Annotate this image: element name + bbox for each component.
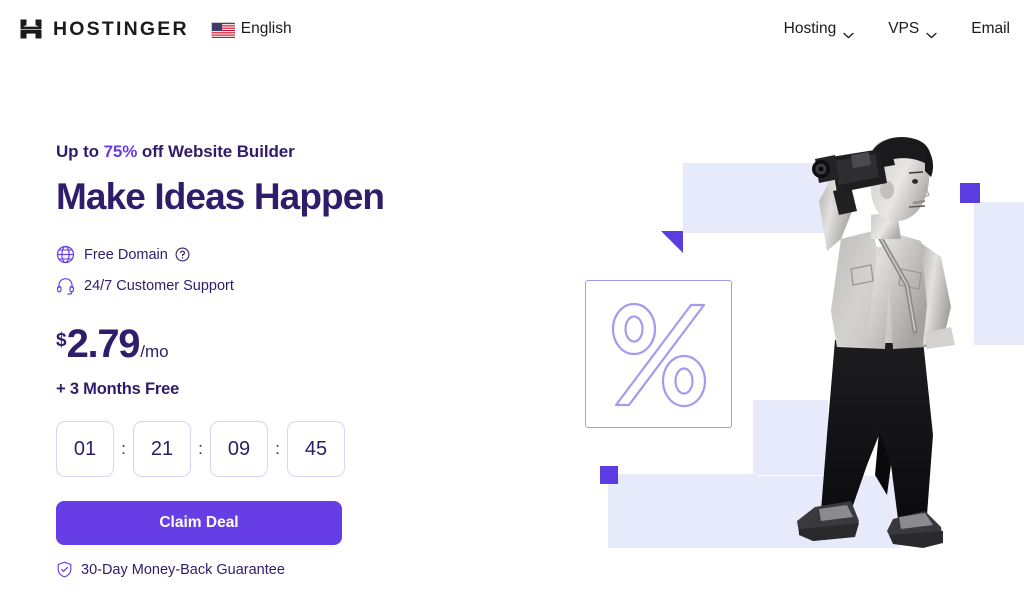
shield-check-icon <box>56 561 73 578</box>
countdown-separator: : <box>275 439 280 458</box>
logo-wordmark: HOSTINGER <box>53 17 189 40</box>
price-block: $ 2.79 /mo <box>56 324 476 364</box>
countdown-unit-days: 01 <box>56 421 114 477</box>
page-title: Make Ideas Happen <box>56 176 385 217</box>
decor-triangle <box>661 231 683 253</box>
promo-eyebrow: Up to 75% off Website Builder <box>56 140 476 164</box>
countdown-timer: 01 : 21 : 09 : 45 <box>56 421 476 477</box>
price-amount: 2.79 <box>66 322 141 366</box>
countdown-separator: : <box>121 439 126 458</box>
countdown-separator: : <box>198 439 203 458</box>
chevron-down-icon <box>926 26 937 38</box>
nav-label-hosting: Hosting <box>783 20 837 37</box>
price-currency: $ <box>56 330 67 351</box>
feature-free-domain: Free Domain <box>56 242 476 267</box>
nav-item-email[interactable]: Email <box>971 20 1010 38</box>
guarantee-label: 30-Day Money-Back Guarantee <box>81 561 285 578</box>
hero-artwork <box>560 130 1024 570</box>
language-selector[interactable]: English <box>210 20 292 38</box>
claim-deal-button[interactable]: Claim Deal <box>56 501 342 545</box>
globe-icon <box>56 245 75 264</box>
countdown-unit-hours: 21 <box>133 421 191 477</box>
decor-block-bottom-left <box>608 474 756 548</box>
price-period: /mo <box>140 342 169 361</box>
countdown-unit-seconds: 45 <box>287 421 345 477</box>
bonus-months-label: + 3 Months Free <box>56 380 180 398</box>
main-navigation: Hosting VPS Email <box>750 0 1010 58</box>
site-header: HOSTINGER English Hosting VPS Email <box>0 0 1024 58</box>
money-back-guarantee: 30-Day Money-Back Guarantee <box>56 561 476 578</box>
hostinger-h-logo-icon <box>18 16 44 42</box>
eyebrow-prefix: Up to <box>56 142 104 161</box>
eyebrow-suffix: off Website Builder <box>137 142 295 161</box>
feature-list: Free Domain 24/7 Customer Support <box>56 242 476 298</box>
landing-page: HOSTINGER English Hosting VPS Email Up t… <box>0 0 1024 615</box>
feature-customer-support: 24/7 Customer Support <box>56 273 476 298</box>
feature-label: 24/7 Customer Support <box>84 277 234 294</box>
nav-item-vps[interactable]: VPS <box>888 20 937 38</box>
us-flag-icon <box>210 21 235 38</box>
percent-symbol-icon <box>607 302 711 413</box>
headset-icon <box>56 276 75 295</box>
hero-content: Up to 75% off Website Builder Make Ideas… <box>56 140 476 578</box>
chevron-down-icon <box>843 26 854 38</box>
feature-label: Free Domain <box>84 246 168 263</box>
man-with-film-camera-photo <box>775 135 1005 565</box>
question-circle-icon[interactable] <box>175 247 190 262</box>
nav-item-hosting[interactable]: Hosting <box>784 20 855 38</box>
decor-square-bottom-left <box>600 466 618 484</box>
language-label: English <box>240 20 292 37</box>
nav-label-email: Email <box>971 20 1010 37</box>
brand-logo[interactable]: HOSTINGER <box>18 16 189 42</box>
eyebrow-discount: 75% <box>103 142 138 161</box>
countdown-unit-minutes: 09 <box>210 421 268 477</box>
nav-label-vps: VPS <box>888 20 920 37</box>
